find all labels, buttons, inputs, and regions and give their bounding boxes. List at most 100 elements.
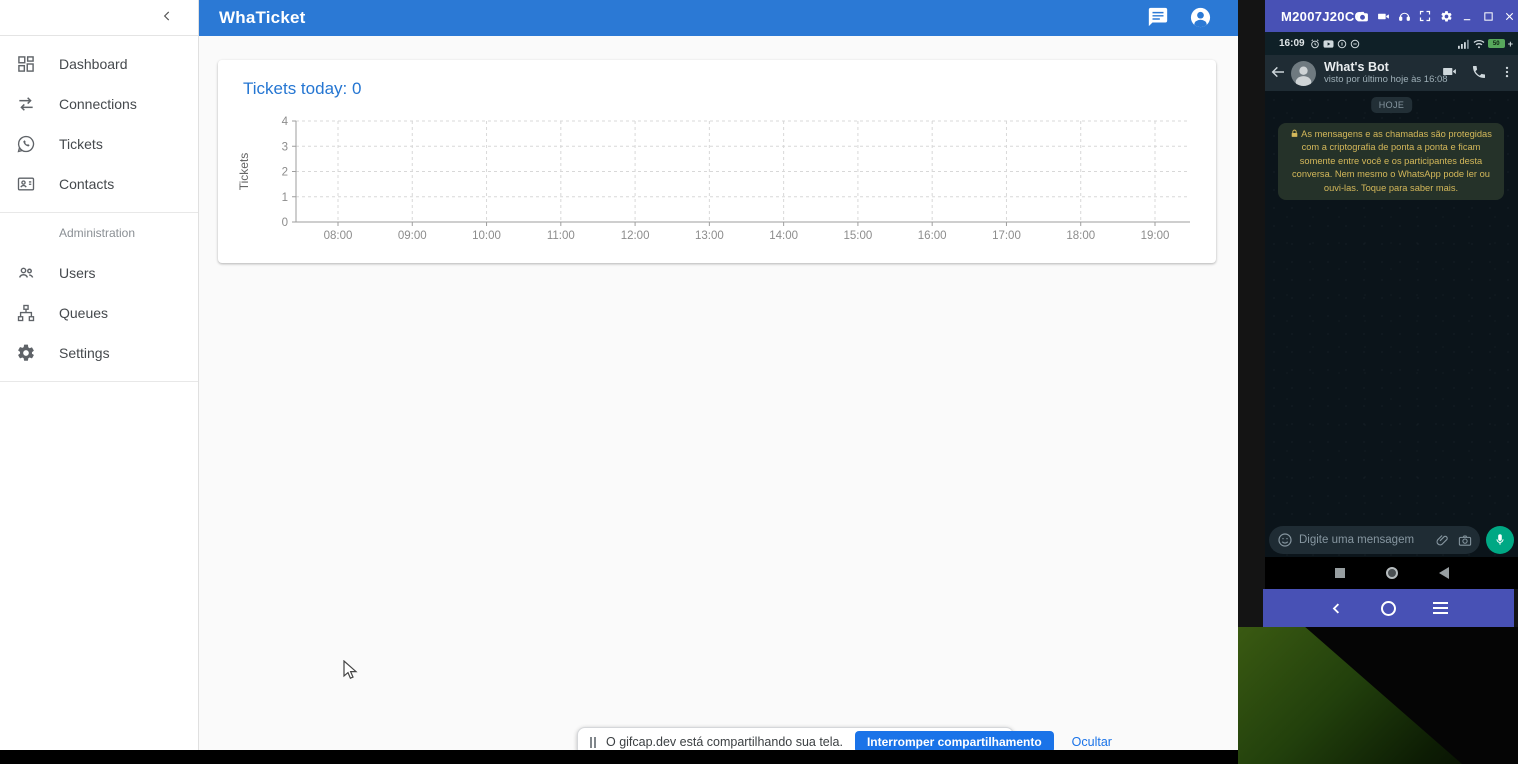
sidebar-item-settings[interactable]: Settings	[0, 333, 198, 373]
chevron-left-icon	[160, 9, 174, 23]
home-circle-icon[interactable]	[1386, 567, 1398, 579]
contact-last-seen: visto por último hoje às 16:08	[1324, 75, 1448, 86]
tickets-today-card: Tickets today: 0 08:0009:0010:0011:0012:…	[218, 60, 1216, 263]
camera-icon[interactable]	[1457, 533, 1473, 548]
share-pause-icon	[590, 737, 596, 748]
emoji-icon[interactable]	[1277, 532, 1293, 548]
contact-card-icon	[14, 172, 38, 196]
contact-info[interactable]: What's Bot visto por último hoje às 16:0…	[1324, 60, 1448, 85]
svg-text:0: 0	[282, 217, 288, 229]
sidebar-divider	[0, 381, 198, 382]
sidebar-collapse-button[interactable]	[154, 5, 180, 31]
signal-icon	[1458, 39, 1470, 49]
sidebar-item-label: Queues	[59, 305, 108, 321]
fullscreen-icon[interactable]	[1418, 9, 1432, 23]
sidebar-item-queues[interactable]: Queues	[0, 293, 198, 333]
date-chip: HOJE	[1371, 97, 1413, 113]
bottom-black-strip	[0, 750, 1238, 764]
emulator-window: M2007J20CG 16:09	[1265, 0, 1518, 627]
sidebar-item-label: Users	[59, 265, 96, 281]
settings-icon[interactable]	[1439, 9, 1453, 23]
svg-text:3: 3	[282, 141, 288, 153]
mic-icon[interactable]	[1486, 526, 1514, 554]
people-icon	[14, 261, 38, 285]
android-status-bar: 16:09 50 +	[1265, 32, 1518, 55]
account-tree-icon	[14, 301, 38, 325]
svg-text:13:00: 13:00	[695, 230, 724, 242]
sidebar-item-contacts[interactable]: Contacts	[0, 164, 198, 204]
videocam-icon[interactable]	[1441, 63, 1458, 83]
svg-text:4: 4	[282, 116, 289, 128]
youtube-icon	[1323, 39, 1334, 49]
sidebar-item-label: Dashboard	[59, 56, 128, 72]
charging-plus-icon: +	[1508, 39, 1513, 49]
data-circle-icon	[1337, 39, 1347, 49]
whatsapp-icon	[14, 132, 38, 156]
tickets-chart: 08:0009:0010:0011:0012:0013:0014:0015:00…	[218, 108, 1216, 253]
message-input-row: Digite uma mensagem	[1265, 525, 1518, 555]
contact-avatar[interactable]	[1291, 61, 1316, 86]
svg-text:1: 1	[282, 192, 288, 204]
whaticket-app: Dashboard Connections Tickets	[0, 0, 1238, 750]
input-placeholder: Digite uma mensagem	[1299, 534, 1435, 546]
recents-square-icon[interactable]	[1335, 568, 1345, 578]
close-icon[interactable]	[1502, 9, 1516, 23]
hide-share-bar-link[interactable]: Ocultar	[1066, 734, 1118, 750]
plant-wallpaper-image	[1238, 627, 1518, 764]
account-circle-icon[interactable]	[1188, 6, 1212, 30]
sidebar-item-connections[interactable]: Connections	[0, 84, 198, 124]
desktop-wallpaper	[1238, 627, 1518, 764]
sidebar-item-dashboard[interactable]: Dashboard	[0, 44, 198, 84]
sidebar-item-label: Settings	[59, 345, 110, 361]
chat-icon[interactable]	[1146, 6, 1170, 30]
headset-icon[interactable]	[1397, 9, 1411, 23]
e2e-encryption-banner[interactable]: As mensagens e as chamadas são protegida…	[1278, 123, 1504, 200]
sidebar-item-label: Tickets	[59, 136, 103, 152]
desktop-background: M2007J20CG 16:09	[1238, 0, 1518, 764]
back-chevron-icon[interactable]	[1329, 601, 1344, 616]
videocam-icon[interactable]	[1376, 9, 1390, 23]
sidebar-item-users[interactable]: Users	[0, 253, 198, 293]
svg-text:10:00: 10:00	[472, 230, 501, 242]
sidebar-item-label: Connections	[59, 96, 137, 112]
minimize-icon[interactable]	[1460, 9, 1474, 23]
appbar: WhaTicket	[199, 0, 1238, 36]
chat-area: HOJE As mensagens e as chamadas são prot…	[1265, 91, 1518, 557]
emulator-titlebar[interactable]: M2007J20CG	[1265, 0, 1518, 32]
sidebar-nav: Dashboard Connections Tickets	[0, 36, 198, 382]
maximize-icon[interactable]	[1481, 9, 1495, 23]
app-title: WhaTicket	[219, 8, 306, 28]
svg-text:12:00: 12:00	[621, 230, 650, 242]
menu-icon[interactable]	[1433, 602, 1448, 615]
share-message: O gifcap.dev está compartilhando sua tel…	[606, 735, 843, 749]
svg-text:09:00: 09:00	[398, 230, 427, 242]
whatsapp-header: What's Bot visto por último hoje às 16:0…	[1265, 55, 1518, 91]
swap-arrows-icon	[14, 92, 38, 116]
back-triangle-icon[interactable]	[1439, 567, 1449, 579]
camera-icon[interactable]	[1355, 9, 1369, 23]
attach-icon[interactable]	[1435, 533, 1450, 548]
more-vert-icon[interactable]	[1500, 64, 1514, 83]
call-icon[interactable]	[1471, 64, 1487, 83]
contact-name: What's Bot	[1324, 60, 1448, 74]
message-input[interactable]: Digite uma mensagem	[1269, 526, 1480, 554]
svg-text:15:00: 15:00	[844, 230, 873, 242]
status-time: 16:09	[1279, 38, 1305, 49]
lock-icon	[1290, 129, 1299, 138]
gear-icon	[14, 341, 38, 365]
svg-text:14:00: 14:00	[769, 230, 798, 242]
wifi-icon	[1473, 39, 1485, 49]
sync-circle-icon	[1350, 39, 1360, 49]
back-arrow-icon[interactable]	[1270, 64, 1286, 83]
phone-screen: 16:09 50 +	[1265, 32, 1518, 589]
alarm-icon	[1310, 39, 1320, 49]
sidebar-item-tickets[interactable]: Tickets	[0, 124, 198, 164]
emulator-nav-bar	[1263, 589, 1514, 627]
svg-text:17:00: 17:00	[992, 230, 1021, 242]
android-nav-bar	[1265, 557, 1518, 589]
dashboard-icon	[14, 52, 38, 76]
home-circle-icon[interactable]	[1381, 601, 1396, 616]
svg-text:2: 2	[282, 167, 288, 179]
svg-text:Tickets: Tickets	[237, 153, 251, 191]
screen: Dashboard Connections Tickets	[0, 0, 1518, 764]
